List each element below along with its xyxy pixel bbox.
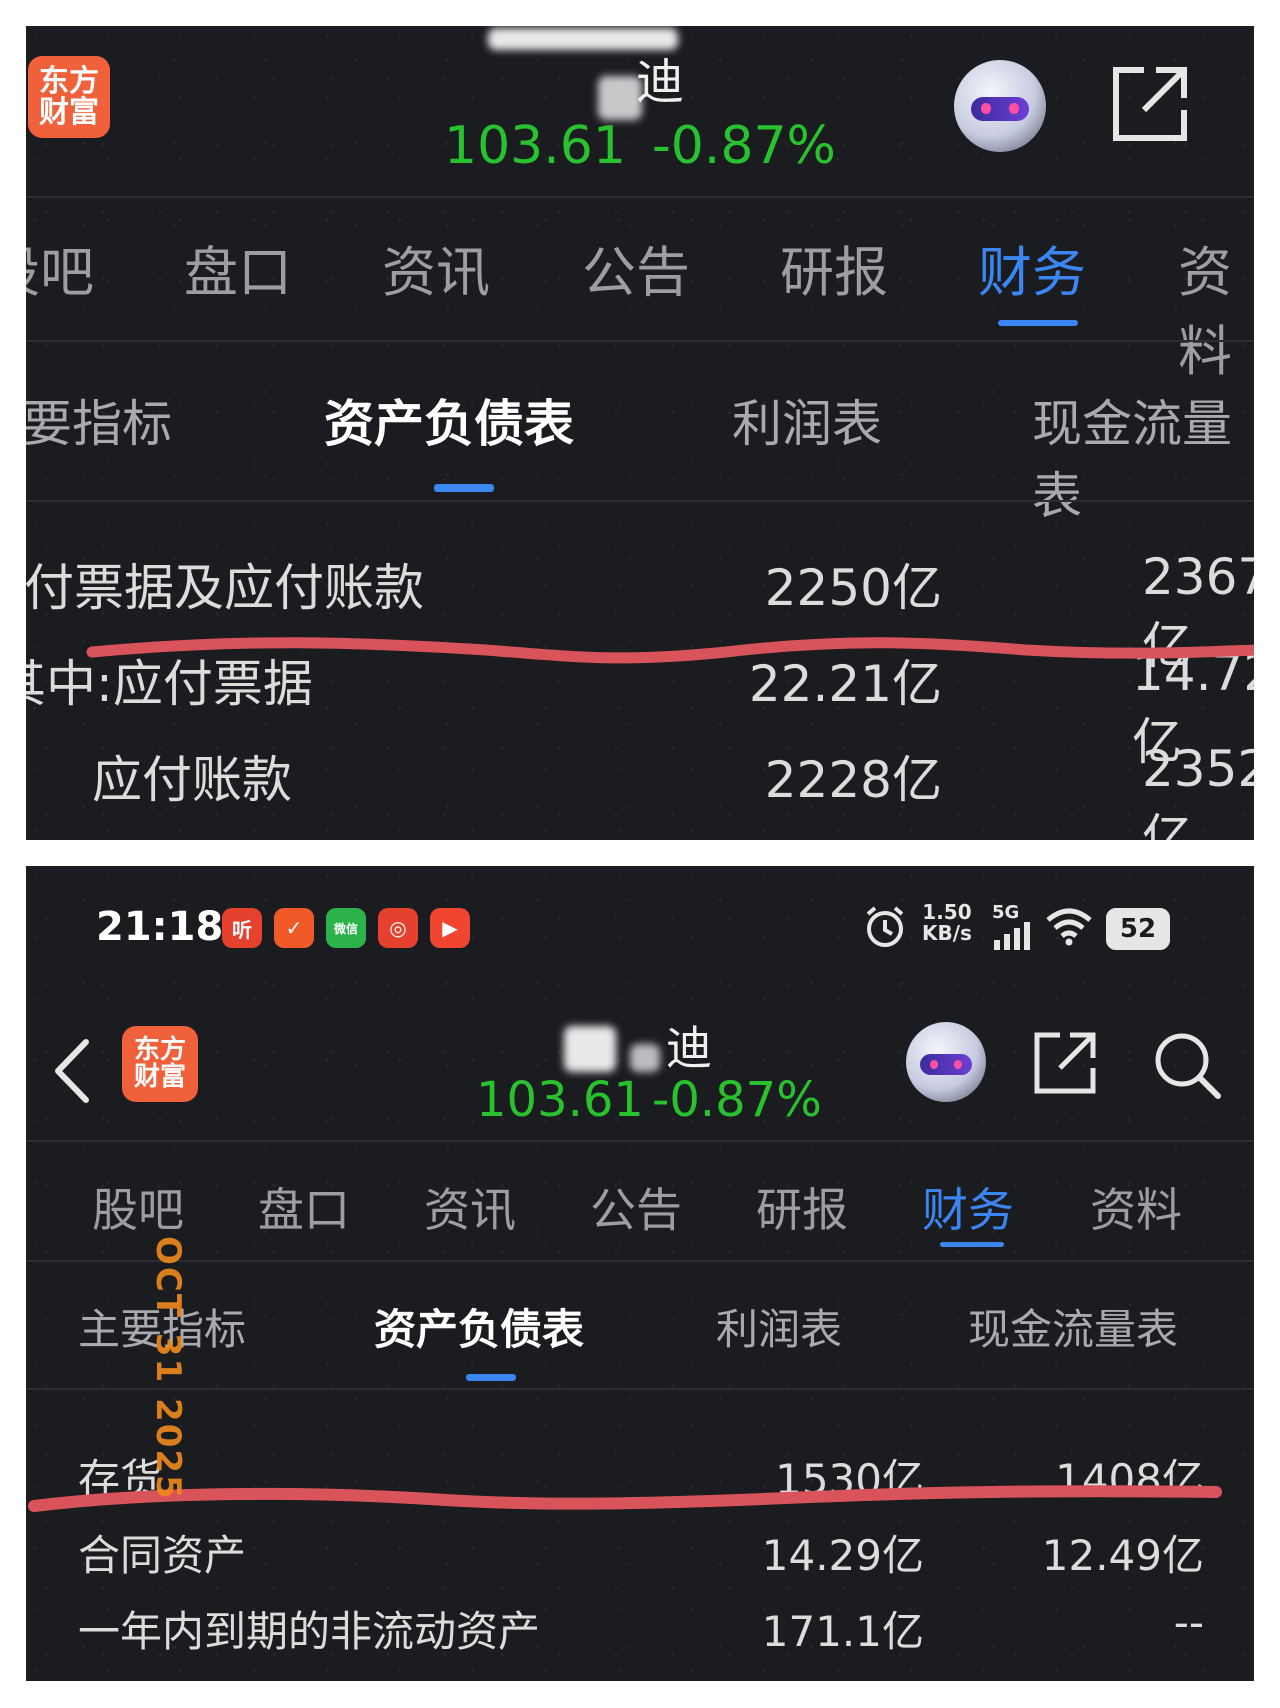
share-icon[interactable] — [1110, 64, 1190, 144]
net-speed-unit: KB/s — [922, 921, 972, 945]
header-divider — [26, 196, 1254, 198]
assistant-mascot-icon[interactable] — [954, 60, 1046, 152]
subtab-cash-flow[interactable]: 现金流量表 — [968, 1296, 1178, 1357]
top-screenshot: 东方财富 迪 103.61 -0.87% 股吧 盘口 资讯 公告 研报 财务 资… — [26, 26, 1254, 840]
mascot-eye — [1009, 103, 1019, 114]
tab-research[interactable]: 研报 — [780, 228, 888, 307]
tab-news[interactable]: 资讯 — [424, 1174, 516, 1240]
tab-profile[interactable]: 资料 — [1178, 228, 1254, 386]
subtab-key-indicators[interactable]: 主要指标 — [26, 384, 172, 456]
tab-announcements[interactable]: 公告 — [590, 1174, 682, 1240]
row-value-current: 171.1亿 — [761, 1607, 924, 1656]
target-app-icon: ◎ — [378, 908, 418, 948]
bottom-screenshot: 21:18 听 ✓ 微信 ◎ ▶ 1.50 KB/s 5G 52 东方财富 迪 … — [26, 866, 1254, 1681]
tab-news[interactable]: 资讯 — [382, 228, 490, 307]
mascot-eye — [981, 103, 991, 114]
row-value-current: 2250亿 — [764, 559, 942, 617]
net-speed-value: 1.50 — [922, 900, 972, 924]
mascot-eye — [954, 1059, 963, 1069]
tab-profile[interactable]: 资料 — [1090, 1174, 1182, 1240]
stock-name: 迪 — [636, 54, 685, 110]
mascot-eye — [929, 1059, 938, 1069]
subtab-cash-flow[interactable]: 现金流量表 — [1032, 384, 1254, 528]
alarm-icon — [866, 906, 904, 947]
signal-icon — [994, 922, 1030, 950]
red-annotation-underline — [86, 637, 1254, 664]
tab-announcements[interactable]: 公告 — [582, 228, 690, 307]
stock-price: 103.61 — [476, 1072, 644, 1128]
check-app-icon: ✓ — [274, 908, 314, 948]
redacted-name-blur — [564, 1026, 616, 1072]
subtab-balance-sheet[interactable]: 资产负债表 — [374, 1296, 584, 1357]
tab-finance[interactable]: 财务 — [978, 228, 1086, 307]
wifi-icon — [1046, 908, 1092, 946]
stock-price: 103.61 — [444, 116, 626, 176]
mascot-visor — [970, 96, 1030, 121]
active-subtab-indicator — [466, 1374, 516, 1381]
price-change: -0.87% — [652, 1072, 822, 1128]
share-icon[interactable] — [1032, 1030, 1098, 1096]
row-label: 一年内到期的非流动资产 — [78, 1607, 541, 1656]
tabs-divider — [26, 340, 1254, 342]
mascot-visor — [920, 1054, 972, 1075]
table-top-divider — [26, 1388, 1254, 1390]
ting-app-icon: 听 — [222, 908, 262, 948]
active-tab-indicator — [940, 1242, 1004, 1247]
tab-research[interactable]: 研报 — [756, 1174, 848, 1240]
tabs-divider — [26, 1260, 1254, 1262]
back-arrow-icon[interactable] — [52, 1038, 92, 1104]
redacted-name-blur — [630, 1044, 660, 1072]
search-icon[interactable] — [1152, 1030, 1224, 1102]
row-label: 应付账款 — [92, 751, 292, 809]
stock-name: 迪 — [666, 1021, 712, 1075]
row-value-previous: 2352亿 — [1142, 740, 1254, 840]
row-value-previous: -- — [1173, 1598, 1204, 1647]
subtab-balance-sheet[interactable]: 资产负债表 — [324, 384, 574, 456]
eastmoney-logo[interactable]: 东方财富 — [122, 1026, 198, 1102]
tab-guba[interactable]: 股吧 — [26, 228, 94, 307]
subtab-income-statement[interactable]: 利润表 — [732, 384, 882, 456]
date-stamp-overlay: OCT 31 2025 — [148, 1236, 188, 1501]
header-divider — [26, 1140, 1254, 1142]
red-annotation-underline — [28, 1485, 1222, 1512]
row-label: 应付票据及应付账款 — [26, 559, 424, 617]
eastmoney-logo[interactable]: 东方财富 — [28, 56, 110, 138]
wechat-icon: 微信 — [326, 908, 366, 948]
tab-pankou[interactable]: 盘口 — [258, 1174, 350, 1240]
tab-finance[interactable]: 财务 — [922, 1174, 1014, 1240]
assistant-mascot-icon[interactable] — [906, 1022, 986, 1102]
row-value-current: 14.29亿 — [761, 1531, 924, 1580]
net-speed: 1.50 KB/s — [922, 902, 972, 944]
row-label: 合同资产 — [78, 1531, 247, 1580]
row-value-current: 2228亿 — [764, 751, 942, 809]
price-change: -0.87% — [652, 116, 836, 176]
tab-guba[interactable]: 股吧 — [92, 1174, 184, 1240]
active-tab-indicator — [998, 320, 1078, 326]
video-app-icon: ▶ — [430, 908, 470, 948]
subtab-income-statement[interactable]: 利润表 — [716, 1296, 842, 1357]
battery-indicator: 52 — [1106, 908, 1170, 950]
table-top-divider — [26, 500, 1254, 502]
active-subtab-indicator — [434, 484, 494, 492]
row-value-previous: 12.49亿 — [1041, 1531, 1204, 1580]
status-time: 21:18 — [96, 904, 224, 950]
tab-pankou[interactable]: 盘口 — [184, 228, 292, 307]
